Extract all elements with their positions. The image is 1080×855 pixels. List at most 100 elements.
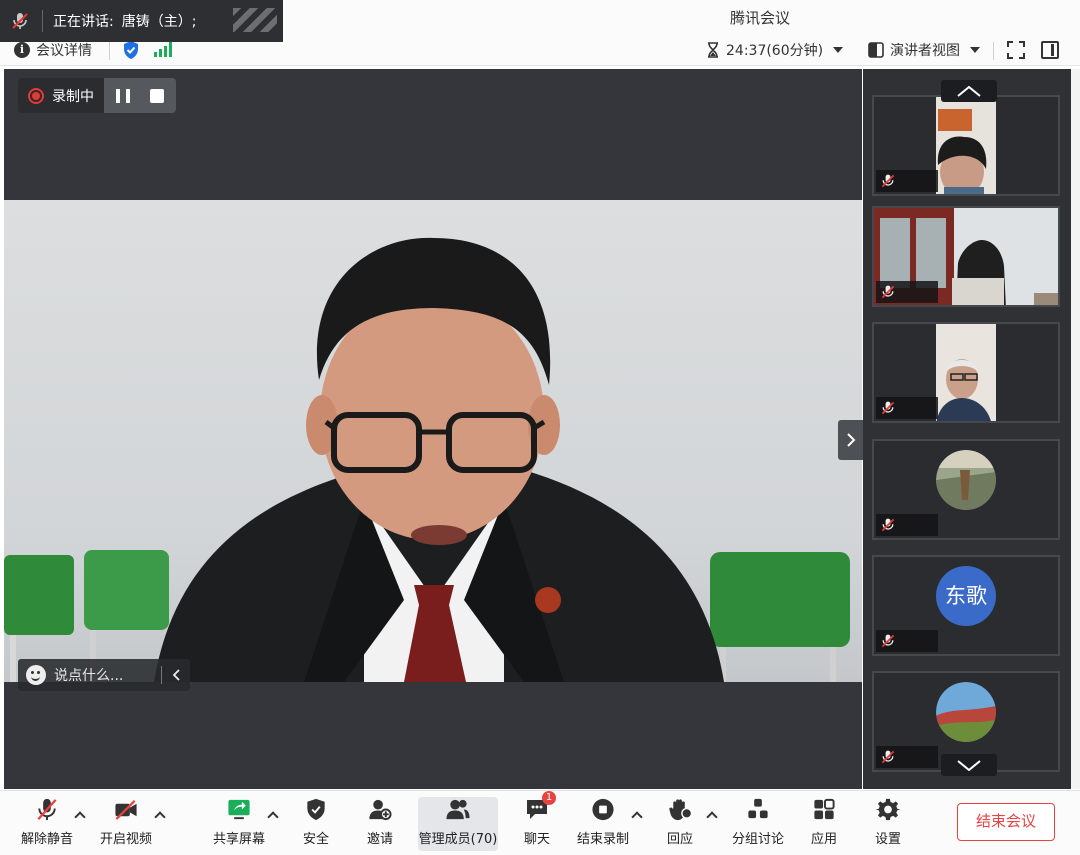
side-panel-toggle-icon[interactable]: [1041, 41, 1059, 59]
chevron-up-icon[interactable]: [74, 811, 86, 823]
expand-panel-button[interactable]: [838, 420, 864, 460]
scroll-down-button[interactable]: [941, 754, 997, 776]
window-edge: [1071, 69, 1080, 789]
divider: [109, 42, 110, 60]
speaker-video: [4, 200, 862, 682]
apps-button[interactable]: 应用: [802, 797, 846, 851]
share-screen-label: 共享屏幕: [212, 832, 265, 847]
invite-label: 邀请: [366, 832, 393, 847]
chevron-down-icon: [970, 47, 980, 53]
microphone-muted-icon: [37, 798, 57, 821]
recording-label: 录制中: [52, 88, 94, 105]
layout-icon: [868, 42, 884, 58]
settings-button[interactable]: 设置: [866, 797, 910, 851]
security-label: 安全: [302, 832, 329, 847]
breakout-rooms-icon: [748, 798, 768, 819]
meeting-details-label: 会议详情: [36, 43, 92, 59]
chat-icon: 1: [524, 791, 556, 822]
camera-off-icon: [115, 800, 137, 820]
recording-status: 录制中: [18, 78, 104, 113]
chevron-up-icon: [957, 85, 981, 97]
share-screen-button[interactable]: 共享屏幕: [210, 797, 268, 851]
manage-members-label: 管理成员(70): [418, 832, 498, 847]
muted-indicator: [876, 630, 938, 652]
divider: [993, 42, 994, 60]
settings-label: 设置: [874, 832, 901, 847]
scroll-up-button[interactable]: [941, 80, 997, 102]
network-signal-icon[interactable]: [154, 42, 172, 57]
stop-icon[interactable]: [150, 88, 164, 103]
chat-label: 聊天: [523, 832, 550, 847]
microphone-muted-icon: [881, 174, 895, 188]
chat-placeholder[interactable]: 说点什么...: [54, 665, 123, 685]
participant-tile[interactable]: [872, 206, 1060, 307]
collapse-arrow-icon[interactable]: [172, 669, 180, 681]
microphone-muted-icon: [881, 634, 895, 648]
record-dot-icon: [28, 87, 44, 104]
speaker-name: 唐铸（主）;: [121, 14, 197, 30]
divider: [42, 10, 43, 32]
muted-indicator: [876, 170, 938, 192]
chevron-up-icon[interactable]: [631, 811, 643, 823]
start-video-label: 开启视频: [99, 832, 152, 847]
participant-avatar: [936, 682, 996, 742]
start-video-button[interactable]: 开启视频: [97, 797, 155, 851]
raise-hand-icon: [669, 799, 693, 821]
chat-unread-badge: 1: [542, 791, 556, 805]
muted-indicator: [876, 514, 938, 536]
participant-avatar: [936, 450, 996, 510]
bottom-toolbar: 解除静音 开启视频 共享屏幕 安全 邀请 管理成员(70) 1 聊天 结束录制 …: [0, 790, 1080, 855]
chat-button[interactable]: 1 聊天: [515, 791, 559, 851]
stop-record-icon: [592, 798, 614, 821]
chevron-up-icon[interactable]: [267, 811, 279, 823]
reactions-button[interactable]: 回应: [658, 797, 702, 851]
apps-label: 应用: [810, 832, 837, 847]
security-shield-icon[interactable]: [122, 40, 140, 64]
share-screen-icon: [228, 799, 250, 820]
recording-indicator: 录制中: [18, 78, 176, 113]
timer-text: 24:37(60分钟): [726, 43, 824, 59]
end-meeting-button[interactable]: 结束会议: [957, 803, 1055, 841]
participant-tile[interactable]: [872, 439, 1060, 540]
muted-indicator: [876, 281, 938, 303]
breakout-rooms-label: 分组讨论: [731, 832, 784, 847]
chat-input-bar[interactable]: 说点什么...: [18, 659, 190, 691]
chevron-down-icon: [833, 47, 844, 53]
meeting-details-button[interactable]: i 会议详情: [14, 40, 92, 60]
add-user-icon: [369, 799, 392, 821]
microphone-muted-icon: [881, 285, 895, 299]
reactions-label: 回应: [666, 832, 693, 847]
participant-tile[interactable]: [872, 95, 1060, 196]
speaker-video-frame: [4, 237, 850, 682]
apps-grid-icon: [814, 798, 835, 820]
meeting-window: 腾讯会议 正在讲话: 唐铸（主）; i 会议详情 24:37(60分钟) 演讲者…: [0, 0, 1080, 855]
emoji-icon[interactable]: [26, 665, 46, 685]
muted-indicator: [876, 746, 938, 768]
speaking-label: 正在讲话:: [53, 14, 114, 30]
unmute-button[interactable]: 解除静音: [18, 797, 76, 851]
microphone-muted-icon: [881, 518, 895, 532]
participant-tile[interactable]: [872, 322, 1060, 423]
blurred-overlay: [233, 8, 277, 32]
chevron-up-icon[interactable]: [154, 811, 166, 823]
chevron-down-icon: [957, 760, 981, 771]
invite-button[interactable]: 邀请: [358, 797, 402, 851]
muted-indicator: [876, 397, 938, 419]
end-recording-button[interactable]: 结束录制: [573, 797, 633, 851]
divider: [161, 666, 162, 684]
chevron-right-icon: [847, 433, 856, 447]
breakout-rooms-button[interactable]: 分组讨论: [728, 797, 788, 851]
security-button[interactable]: 安全: [294, 797, 338, 851]
end-recording-label: 结束录制: [576, 832, 629, 847]
manage-members-button[interactable]: 管理成员(70): [418, 797, 498, 851]
participant-tile[interactable]: 东歌: [872, 555, 1060, 656]
fullscreen-icon[interactable]: [1007, 41, 1025, 59]
microphone-muted-icon: [881, 750, 895, 764]
main-video-area: 录制中 说点什么...: [4, 69, 862, 789]
chevron-up-icon[interactable]: [706, 811, 718, 823]
meeting-timer[interactable]: 24:37(60分钟): [706, 40, 844, 60]
view-mode-selector[interactable]: 演讲者视图: [868, 40, 980, 60]
gear-icon: [875, 798, 901, 821]
pause-icon[interactable]: [116, 88, 130, 103]
view-mode-label: 演讲者视图: [890, 43, 960, 59]
